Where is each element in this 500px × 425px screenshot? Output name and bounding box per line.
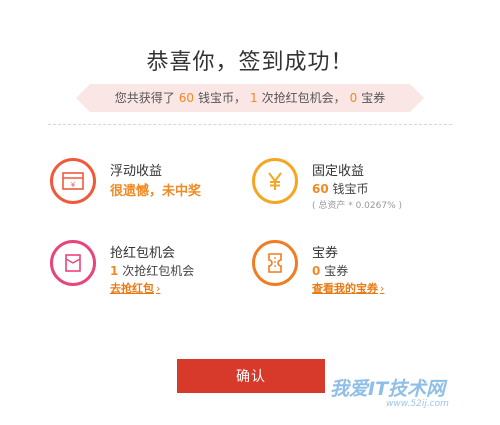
summary-text: 您共获得了 60 钱宝币， 1 次抢红包机会， 0 宝券 (90, 84, 410, 112)
view-coupons-text: 查看我的宝券 (312, 282, 378, 295)
redpacket-label: 抢红包机会 (110, 246, 176, 261)
summary-ribbon: 您共获得了 60 钱宝币， 1 次抢红包机会， 0 宝券 (76, 84, 424, 112)
fixed-amount-line: 60 钱宝币 (312, 180, 369, 197)
redpacket-count-unit: 次抢红包机会 (122, 264, 195, 278)
coupon-label: 宝券 (312, 246, 339, 261)
redpacket-count-line: 1 次抢红包机会 (110, 262, 194, 279)
coupon-count-unit: 宝券 (324, 264, 349, 278)
redpacket-count: 1 (110, 264, 119, 278)
coupon-count: 0 (312, 264, 321, 278)
dashed-divider (48, 124, 452, 125)
fixed-label: 固定收益 (312, 164, 365, 179)
summary-coins: 60 (178, 91, 194, 105)
summary-coupons: 0 (349, 91, 358, 105)
watermark-text: 我爱IT技术网 (330, 378, 446, 400)
summary-chances: 1 (250, 91, 258, 105)
reward-coupon: 宝券 0 宝券 查看我的宝券 › (252, 240, 452, 310)
summary-coins-unit: 钱宝币， (197, 91, 246, 105)
svg-text:¥: ¥ (71, 181, 76, 189)
red-envelope-icon (50, 240, 96, 286)
watermark-url: www.52ij.com (386, 399, 449, 409)
page-title: 恭喜你，签到成功！ (146, 50, 354, 75)
yen-icon (252, 158, 298, 204)
fixed-note: ( 总资产 * 0.0267% ) (312, 201, 403, 211)
ticket-icon (252, 240, 298, 286)
chevron-right-icon: › (156, 282, 161, 295)
gift-box-icon: ¥ (50, 158, 96, 204)
reward-redpacket: 抢红包机会 1 次抢红包机会 去抢红包 › (50, 240, 250, 310)
chevron-right-icon: › (380, 282, 385, 295)
fixed-amount: 60 (312, 182, 329, 196)
fixed-amount-unit: 钱宝币 (332, 182, 369, 196)
confirm-button[interactable]: 确认 (177, 359, 325, 393)
summary-coupons-unit: 宝券 (361, 91, 386, 105)
reward-fixed: 固定收益 60 钱宝币 ( 总资产 * 0.0267% ) (252, 158, 452, 228)
view-coupons-link[interactable]: 查看我的宝券 › (312, 280, 384, 296)
floating-label: 浮动收益 (110, 164, 163, 179)
reward-floating: ¥ 浮动收益 很遗憾，未中奖 (50, 158, 250, 228)
grab-redpacket-text: 去抢红包 (110, 282, 154, 295)
floating-result: 很遗憾，未中奖 (110, 184, 202, 199)
summary-prefix: 您共获得了 (114, 91, 175, 105)
summary-chances-unit: 次抢红包机会， (261, 91, 346, 105)
grab-redpacket-link[interactable]: 去抢红包 › (110, 280, 160, 296)
coupon-count-line: 0 宝券 (312, 262, 348, 279)
